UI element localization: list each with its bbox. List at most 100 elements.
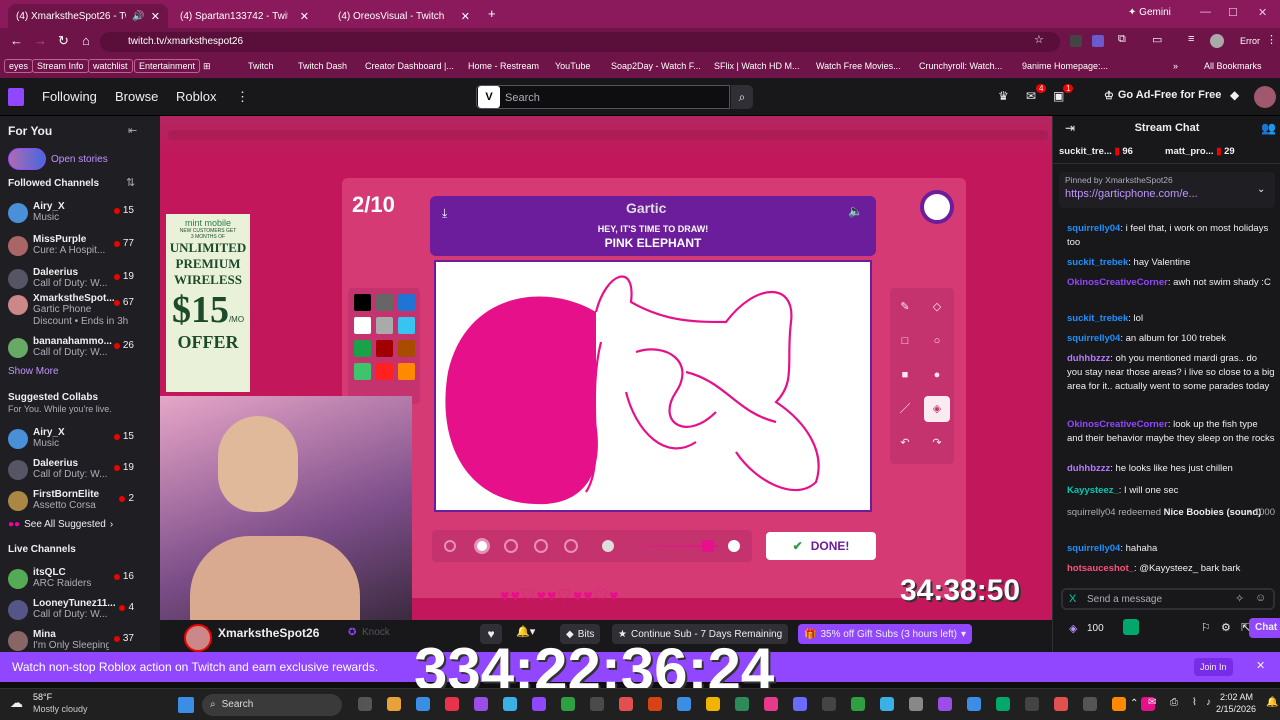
taskbar-app-icon[interactable] <box>358 697 372 711</box>
taskbar-app-icon[interactable] <box>503 697 517 711</box>
extensions-puzzle-icon[interactable]: ⧉ <box>1118 33 1126 46</box>
done-button[interactable]: ✔ DONE! <box>766 532 876 560</box>
bits-icon[interactable]: ◆ <box>1230 88 1239 102</box>
twitch-logo-icon[interactable] <box>8 88 24 106</box>
chat-message[interactable]: OkinosCreativeCorner: look up the fish t… <box>1067 418 1275 446</box>
taskbar-app-icon[interactable] <box>851 697 865 711</box>
bookmark-item[interactable]: 9anime Homepage:... <box>1022 61 1108 71</box>
reload-icon[interactable]: ↻ <box>58 33 69 49</box>
redo-icon[interactable]: ↷ <box>924 430 950 456</box>
browser-tab[interactable]: (4) OreosVisual - Twitch ✕ <box>330 4 478 28</box>
drawing-canvas[interactable] <box>434 260 872 512</box>
brush-size-3[interactable] <box>504 539 518 553</box>
see-all-suggested-link[interactable]: ●● See All Suggested › <box>8 519 113 530</box>
bookmark-item[interactable]: YouTube <box>555 61 590 71</box>
extension-icon[interactable] <box>1070 35 1082 47</box>
color-swatch[interactable] <box>376 340 393 357</box>
bookmark-item[interactable]: Home - Restream <box>468 61 539 71</box>
channel-avatar[interactable] <box>184 624 212 652</box>
chat-username[interactable]: squirrelly04 <box>1067 223 1120 234</box>
notification-bell-icon[interactable]: 🔔 <box>1266 697 1278 708</box>
window-close-icon[interactable]: ✕ <box>1258 6 1267 19</box>
chat-users-icon[interactable]: 👥 <box>1261 121 1276 135</box>
profile-avatar[interactable] <box>1210 34 1224 48</box>
taskbar-app-icon[interactable] <box>880 697 894 711</box>
new-tab-button[interactable]: + <box>488 6 496 21</box>
cast-icon[interactable]: ▭ <box>1152 33 1162 46</box>
pinned-link[interactable]: https://garticphone.com/e... <box>1065 188 1198 200</box>
rectangle-tool-icon[interactable]: □ <box>892 328 918 354</box>
go-adfree-button[interactable]: ♔ Go Ad-Free for Free <box>1104 89 1221 102</box>
sidebar-channel[interactable]: LooneyTunez11... Call of Duty: W... 4 <box>0 597 160 631</box>
filled-circle-tool-icon[interactable]: ● <box>924 362 950 388</box>
chat-message[interactable]: suckit_trebek: hay Valentine <box>1067 256 1275 270</box>
chat-input[interactable]: X Send a message ✧ ☺ <box>1061 588 1275 610</box>
notifications-icon[interactable]: ▣ <box>1053 89 1064 103</box>
extension-logo-icon[interactable]: V <box>478 86 500 108</box>
search-button[interactable]: ⌕ <box>731 85 753 109</box>
color-swatch[interactable] <box>376 363 393 380</box>
chat-message[interactable]: squirrelly04: i feel that, i work on mos… <box>1067 222 1275 250</box>
chat-username[interactable]: suckit_trebek <box>1067 313 1128 324</box>
bookmark-item[interactable]: Crunchyroll: Watch... <box>919 61 1002 71</box>
nav-browse[interactable]: Browse <box>115 89 158 104</box>
taskbar-app-icon[interactable] <box>416 697 430 711</box>
top-chatter[interactable]: matt_pro... ▮ 29 <box>1165 146 1235 157</box>
inbox-icon[interactable]: ✉ <box>1026 89 1036 103</box>
color-swatch[interactable] <box>354 294 371 311</box>
close-icon[interactable]: ✕ <box>461 10 470 23</box>
forward-icon[interactable]: → <box>34 33 47 48</box>
sidebar-channel[interactable]: XmarkstheSpot... Gartic Phone Discount • E… <box>0 292 160 327</box>
all-bookmarks[interactable]: All Bookmarks <box>1204 61 1262 71</box>
taskbar-app-icon[interactable] <box>590 697 604 711</box>
taskbar-app-icon[interactable] <box>1054 697 1068 711</box>
taskbar-app-icon[interactable] <box>996 697 1010 711</box>
minimize-icon[interactable]: — <box>1200 6 1211 18</box>
taskbar-app-icon[interactable] <box>1025 697 1039 711</box>
download-icon[interactable]: ⤓ <box>442 206 447 221</box>
chat-username[interactable]: squirrelly04 <box>1067 333 1120 344</box>
bookmark-item[interactable]: SFlix | Watch HD M... <box>714 61 800 71</box>
media-icon[interactable]: ≡ <box>1188 33 1194 45</box>
chat-message[interactable]: suckit_trebek: lol <box>1067 312 1275 326</box>
bookmark-item[interactable]: Soap2Day - Watch F... <box>611 61 701 71</box>
close-icon[interactable]: ✕ <box>151 10 160 23</box>
gemini-button[interactable]: ✦ Gemini <box>1128 7 1171 18</box>
nav-following[interactable]: Following <box>42 89 97 104</box>
taskbar-app-icon[interactable] <box>648 697 662 711</box>
color-swatch[interactable] <box>354 340 371 357</box>
chat-username[interactable]: suckit_trebek <box>1067 257 1128 268</box>
color-swatch[interactable] <box>376 294 393 311</box>
error-label[interactable]: Error <box>1240 36 1260 46</box>
taskbar-app-icon[interactable] <box>532 697 546 711</box>
sidebar-channel[interactable]: itsQLC ARC Raiders 16 <box>0 566 160 600</box>
open-stories-button[interactable]: Open stories <box>8 148 108 170</box>
chat-message[interactable]: duhhbzzz: he looks like hes just chillen <box>1067 462 1275 476</box>
more-menu-icon[interactable]: ⋮ <box>236 89 249 105</box>
channel-points-icon[interactable]: ◈ <box>1069 622 1077 635</box>
gift-subs-button[interactable]: 🎁 35% off Gift Subs (3 hours left) ▾ <box>798 624 973 644</box>
nav-roblox[interactable]: Roblox <box>176 89 216 104</box>
prime-crown-icon[interactable]: ♛ <box>998 89 1009 103</box>
chat-username[interactable]: hotsauceshot_ <box>1067 563 1134 574</box>
pen-tool-icon[interactable]: ✎ <box>892 294 918 320</box>
chat-username[interactable]: duhhbzzz <box>1067 353 1110 364</box>
taskbar-app-icon[interactable] <box>1083 697 1097 711</box>
color-swatch[interactable] <box>398 317 415 334</box>
apps-grid-icon[interactable]: ⊞ <box>203 61 211 72</box>
bookmark-item[interactable]: Watch Free Movies... <box>816 61 901 71</box>
sidebar-channel[interactable]: Airy_X Music 15 <box>0 200 160 234</box>
prediction-icon[interactable]: ⚐ <box>1201 621 1211 634</box>
taskbar-app-icon[interactable] <box>445 697 459 711</box>
taskbar-app-icon[interactable] <box>561 697 575 711</box>
close-icon[interactable]: ✕ <box>300 10 309 23</box>
tray-icon[interactable]: ⎙ <box>1170 697 1178 708</box>
home-icon[interactable]: ⌂ <box>82 33 90 48</box>
bookmark-item[interactable]: Twitch <box>248 61 274 71</box>
undo-icon[interactable]: ↶ <box>892 430 918 456</box>
circle-tool-icon[interactable]: ○ <box>924 328 950 354</box>
redeem-user[interactable]: squirrelly04 <box>1067 507 1116 518</box>
magic-wand-icon[interactable]: ✧ <box>1235 592 1244 605</box>
bookmark-item[interactable]: Twitch Dash <box>298 61 347 71</box>
taskbar-app-icon[interactable] <box>474 697 488 711</box>
